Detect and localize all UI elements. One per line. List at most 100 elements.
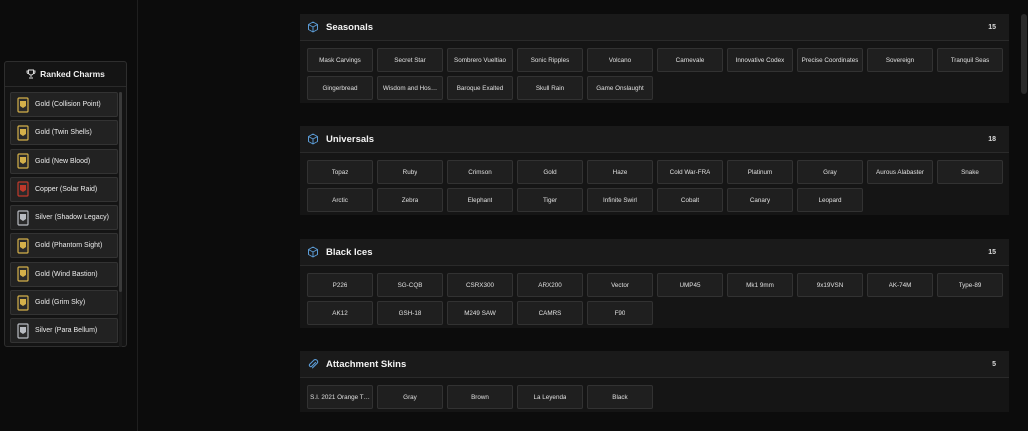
skin-item[interactable]: Cobalt: [657, 188, 723, 212]
gold-charm-icon: [16, 294, 30, 311]
skin-item[interactable]: Sonic Ripples: [517, 48, 583, 72]
ranked-charms-title: Ranked Charms: [40, 69, 105, 79]
charm-list-scrollbar[interactable]: [119, 92, 122, 347]
skin-item[interactable]: Innovative Codex: [727, 48, 793, 72]
skin-item[interactable]: Tiger: [517, 188, 583, 212]
section-header[interactable]: Attachment Skins 5: [300, 351, 1009, 378]
skin-item-label: AK12: [332, 309, 348, 317]
skin-item[interactable]: ARX200: [517, 273, 583, 297]
charm-item-label: Gold (Twin Shells): [35, 129, 92, 137]
layout-divider: [137, 0, 138, 431]
skin-item[interactable]: Volcano: [587, 48, 653, 72]
skin-item-label: CAMRS: [538, 309, 562, 317]
skin-item[interactable]: Skull Rain: [517, 76, 583, 100]
skin-item[interactable]: Mask Carvings: [307, 48, 373, 72]
skin-item[interactable]: Gray: [797, 160, 863, 184]
section-body: S.I. 2021 Orange T… Gray Brown La Leyenda Bl…: [300, 378, 1009, 412]
skin-item[interactable]: CSRX300: [447, 273, 513, 297]
cube-icon: [307, 21, 319, 33]
skin-item[interactable]: F90: [587, 301, 653, 325]
charm-item[interactable]: Silver (Para Bellum): [10, 318, 118, 344]
charm-item-label: Gold (Grim Sky): [35, 299, 86, 307]
skin-item[interactable]: Gold: [517, 160, 583, 184]
skin-item[interactable]: Haze: [587, 160, 653, 184]
skin-item[interactable]: P226: [307, 273, 373, 297]
skin-item-label: Haze: [612, 168, 628, 176]
skin-item[interactable]: Topaz: [307, 160, 373, 184]
skin-item[interactable]: M249 SAW: [447, 301, 513, 325]
skin-item[interactable]: Aurous Alabaster: [867, 160, 933, 184]
skin-item[interactable]: Platinum: [727, 160, 793, 184]
skin-item-label: 9x19VSN: [816, 281, 844, 289]
section-title: Universals: [326, 133, 375, 145]
skin-item[interactable]: CAMRS: [517, 301, 583, 325]
skin-item[interactable]: SG-CQB: [377, 273, 443, 297]
section-header[interactable]: Seasonals 15: [300, 14, 1009, 41]
skin-item-label: Vector: [611, 281, 629, 289]
skin-item[interactable]: Sombrero Vueltiao: [447, 48, 513, 72]
skin-item[interactable]: Baroque Exalted: [447, 76, 513, 100]
skin-item[interactable]: Snake: [937, 160, 1003, 184]
skin-item-label: CSRX300: [465, 281, 494, 289]
skin-item[interactable]: Tranquil Seas: [937, 48, 1003, 72]
charm-item[interactable]: Gold (New Blood): [10, 148, 118, 174]
section-header[interactable]: Black Ices 15: [300, 239, 1009, 266]
skin-item[interactable]: S.I. 2021 Orange T…: [307, 385, 373, 409]
charm-item[interactable]: Gold (Wind Bastion): [10, 261, 118, 287]
skin-item-label: Canary: [749, 196, 771, 204]
skin-item[interactable]: AK-74M: [867, 273, 933, 297]
skin-item[interactable]: 9x19VSN: [797, 273, 863, 297]
skin-item[interactable]: Mk1 9mm: [727, 273, 793, 297]
charm-item[interactable]: Gold (Twin Shells): [10, 120, 118, 146]
charm-list-scroll-thumb[interactable]: [119, 92, 122, 292]
skin-item[interactable]: Elephant: [447, 188, 513, 212]
skin-item[interactable]: UMP45: [657, 273, 723, 297]
copper-charm-icon: [16, 181, 30, 197]
skin-item-label: P226: [332, 281, 348, 289]
charm-item[interactable]: Silver (Shadow Legacy): [10, 205, 118, 231]
skin-item[interactable]: Canary: [727, 188, 793, 212]
gold-charm-icon: [16, 96, 30, 113]
skin-item[interactable]: Cold War-FRA: [657, 160, 723, 184]
charm-item[interactable]: Gold (Collision Point): [10, 92, 118, 117]
item-grid: Topaz Ruby Crimson Gold Haze Cold War-FRA Plat…: [307, 160, 1007, 216]
skin-item[interactable]: Type-89: [937, 273, 1003, 297]
skin-item[interactable]: Vector: [587, 273, 653, 297]
skin-item[interactable]: Crimson: [447, 160, 513, 184]
section-attachment-skins: Attachment Skins 5 S.I. 2021 Orange T… Gray…: [300, 351, 1009, 412]
cube-icon: [307, 133, 319, 145]
charm-item[interactable]: Copper (Solar Raid): [10, 176, 118, 202]
skin-item-label: Innovative Codex: [735, 56, 785, 64]
skin-item[interactable]: Leopard: [797, 188, 863, 212]
skin-item[interactable]: Wisdom and Hos…: [377, 76, 443, 100]
skin-item[interactable]: Game Onslaught: [587, 76, 653, 100]
skin-item[interactable]: GSH-18: [377, 301, 443, 325]
skin-item-label: Aurous Alabaster: [876, 168, 924, 176]
skin-item[interactable]: Gingerbread: [307, 76, 373, 100]
skin-item[interactable]: AK12: [307, 301, 373, 325]
skin-item[interactable]: Infinite Swirl: [587, 188, 653, 212]
skin-item[interactable]: Gray: [377, 385, 443, 409]
skin-item-label: Gray: [823, 168, 837, 176]
skin-item-label: Precise Coordinates: [801, 56, 859, 64]
page-scrollbar[interactable]: [1021, 14, 1027, 94]
charm-item[interactable]: Gold (Phantom Sight): [10, 233, 118, 259]
charm-item[interactable]: Gold (Grim Sky): [10, 290, 118, 316]
section-header[interactable]: Universals 18: [300, 126, 1009, 153]
skin-item[interactable]: Ruby: [377, 160, 443, 184]
cube-icon: [307, 246, 319, 258]
skin-item[interactable]: Secret Star: [377, 48, 443, 72]
skin-item[interactable]: Brown: [447, 385, 513, 409]
skin-item[interactable]: Carnevale: [657, 48, 723, 72]
skin-item[interactable]: Arctic: [307, 188, 373, 212]
skin-item[interactable]: La Leyenda: [517, 385, 583, 409]
skin-item[interactable]: Sovereign: [867, 48, 933, 72]
skin-item[interactable]: Zebra: [377, 188, 443, 212]
skin-item[interactable]: Black: [587, 385, 653, 409]
section-universals: Universals 18 Topaz Ruby Crimson Gold Haze Cold…: [300, 126, 1009, 215]
skin-item[interactable]: Precise Coordinates: [797, 48, 863, 72]
section-black-ices: Black Ices 15 P226 SG-CQB CSRX300 ARX200 Vecto…: [300, 239, 1009, 328]
ranked-charms-panel: Ranked Charms Gold (Collision Point) Gold…: [4, 61, 127, 347]
skin-item-label: Black: [612, 393, 628, 401]
skin-item-label: SG-CQB: [397, 281, 423, 289]
